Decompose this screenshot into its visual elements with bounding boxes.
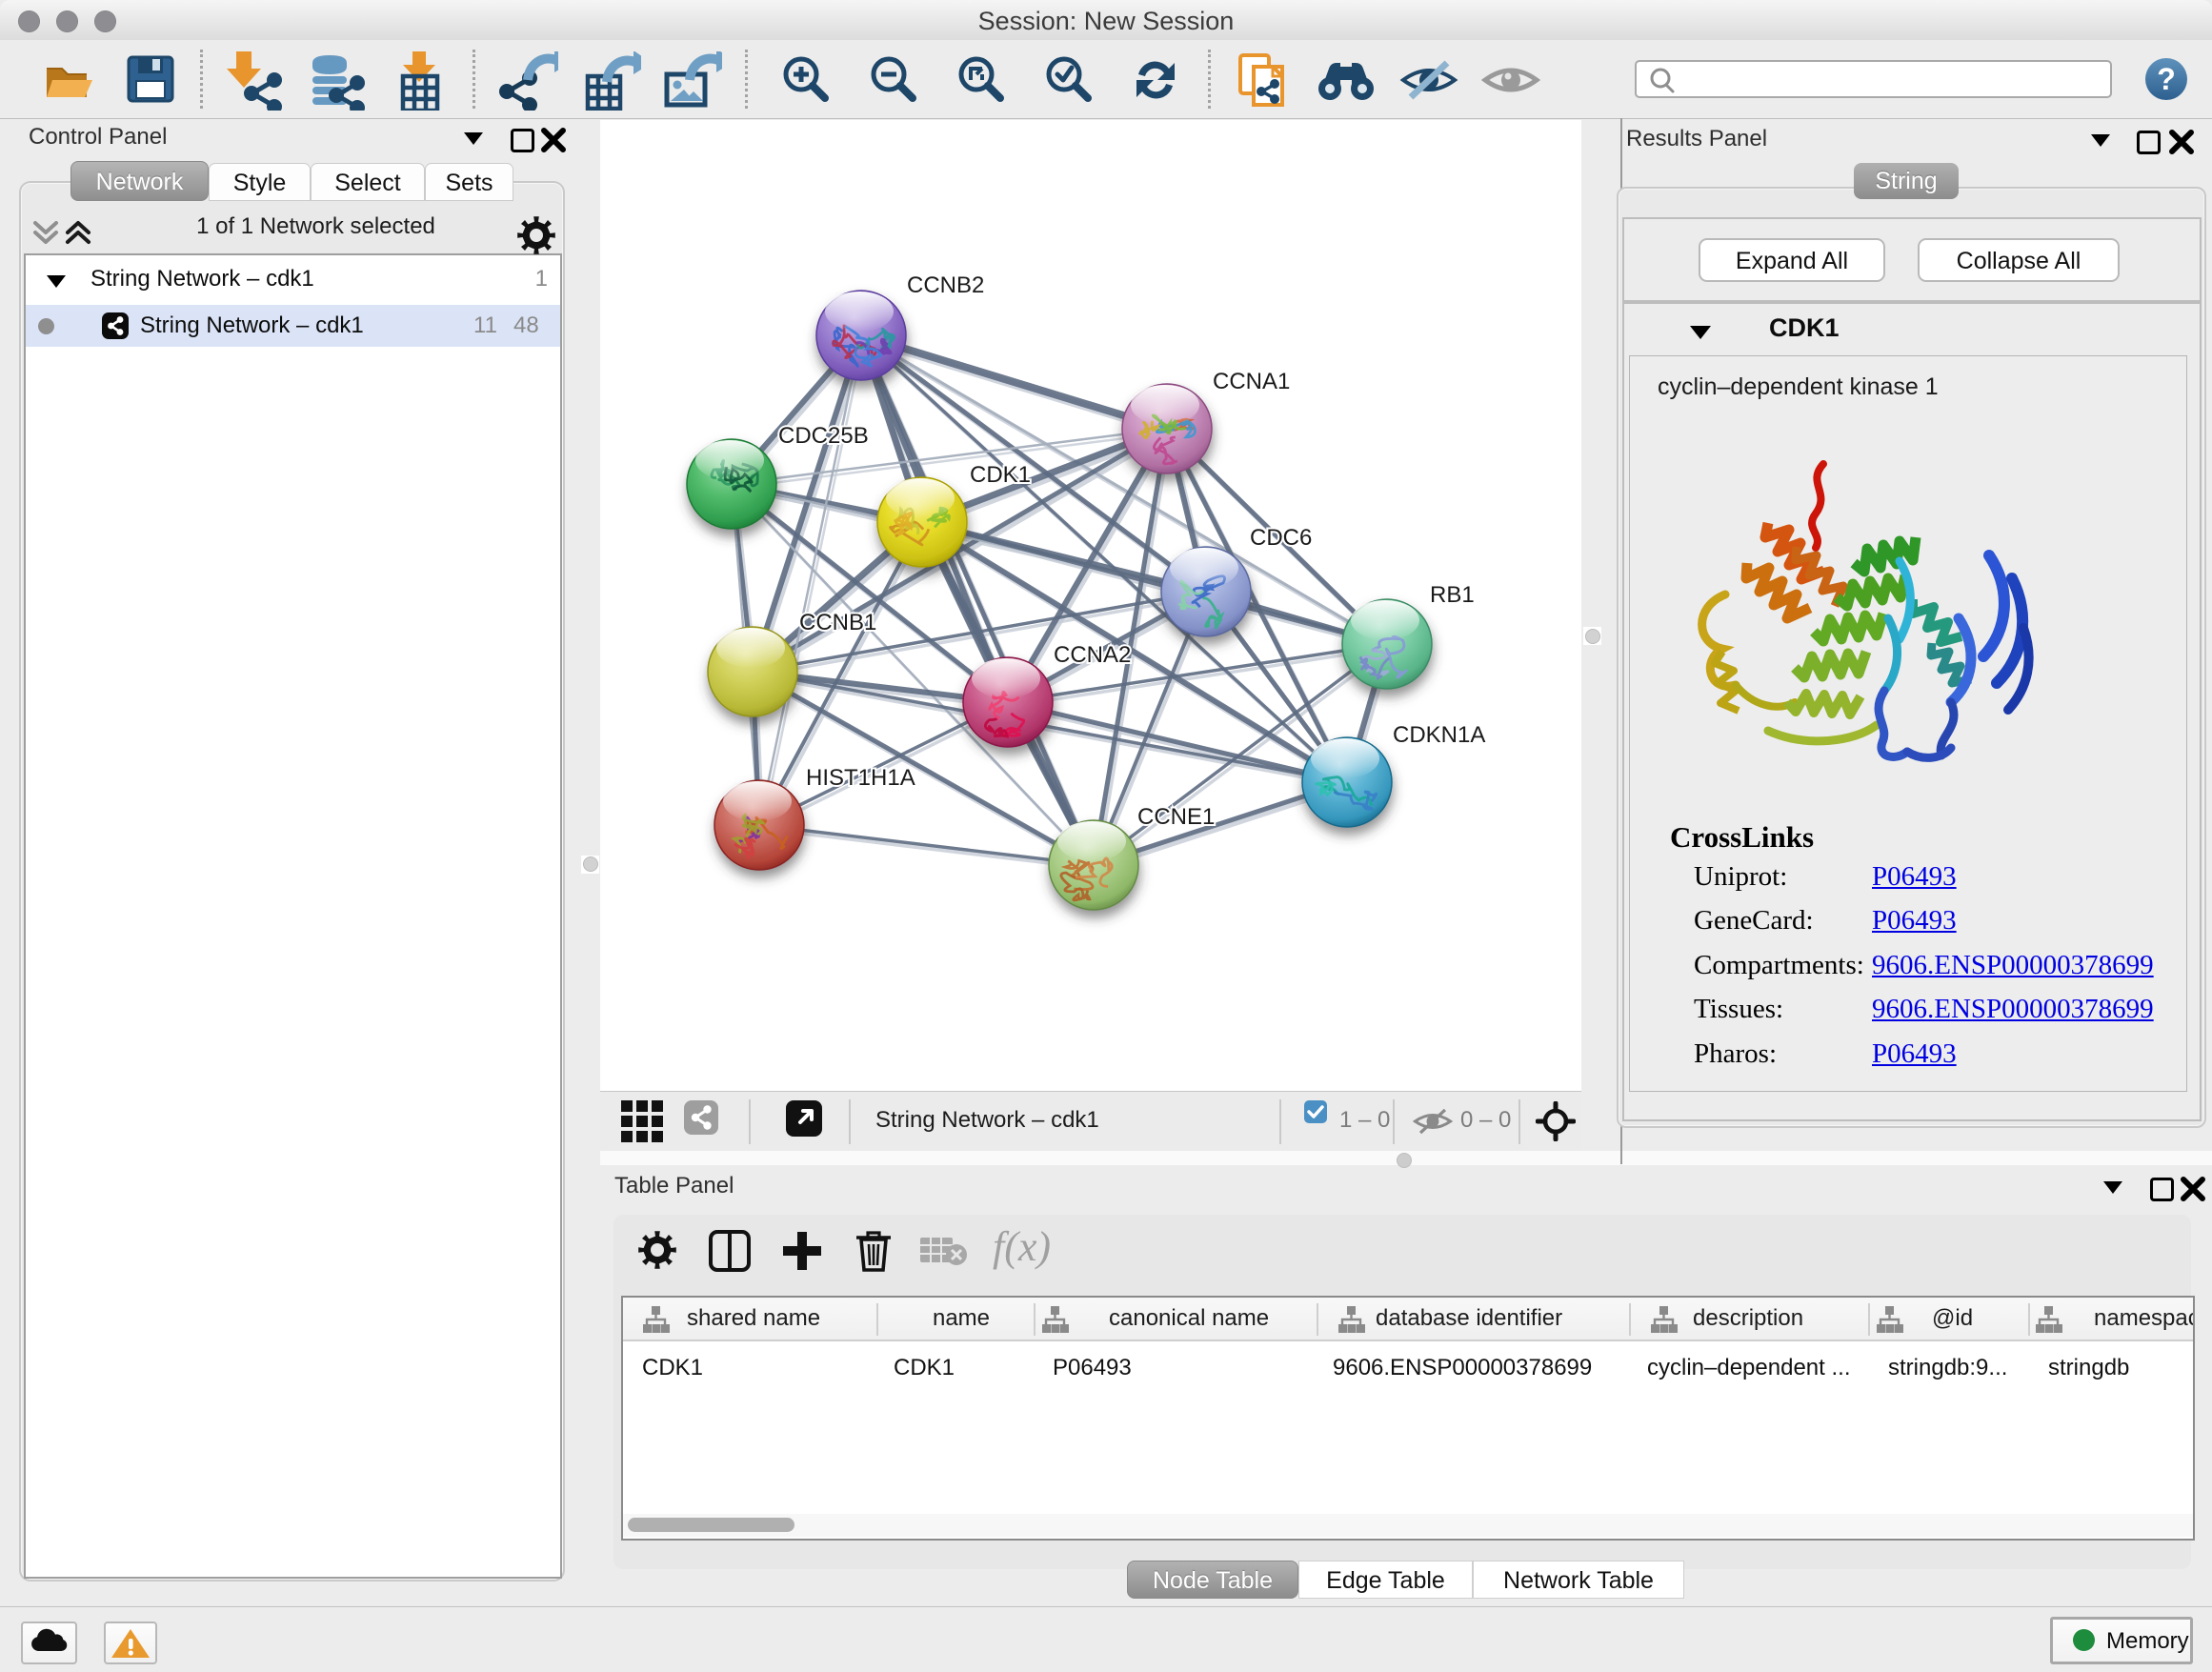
svg-text:CCNB2: CCNB2 [907,272,984,298]
svg-text:CDC6: CDC6 [1250,525,1312,551]
svg-text:CDC25B: CDC25B [778,423,869,449]
svg-text:RB1: RB1 [1430,582,1475,608]
svg-text:HIST1H1A: HIST1H1A [806,765,915,791]
svg-text:?: ? [2157,62,2176,96]
svg-text:CCNE1: CCNE1 [1137,804,1215,830]
svg-text:CCNA2: CCNA2 [1054,642,1131,668]
svg-text:CDK1: CDK1 [970,462,1031,488]
svg-text:CCNB1: CCNB1 [799,610,876,635]
svg-text:CDKN1A: CDKN1A [1393,722,1485,748]
svg-text:CCNA1: CCNA1 [1213,369,1290,394]
